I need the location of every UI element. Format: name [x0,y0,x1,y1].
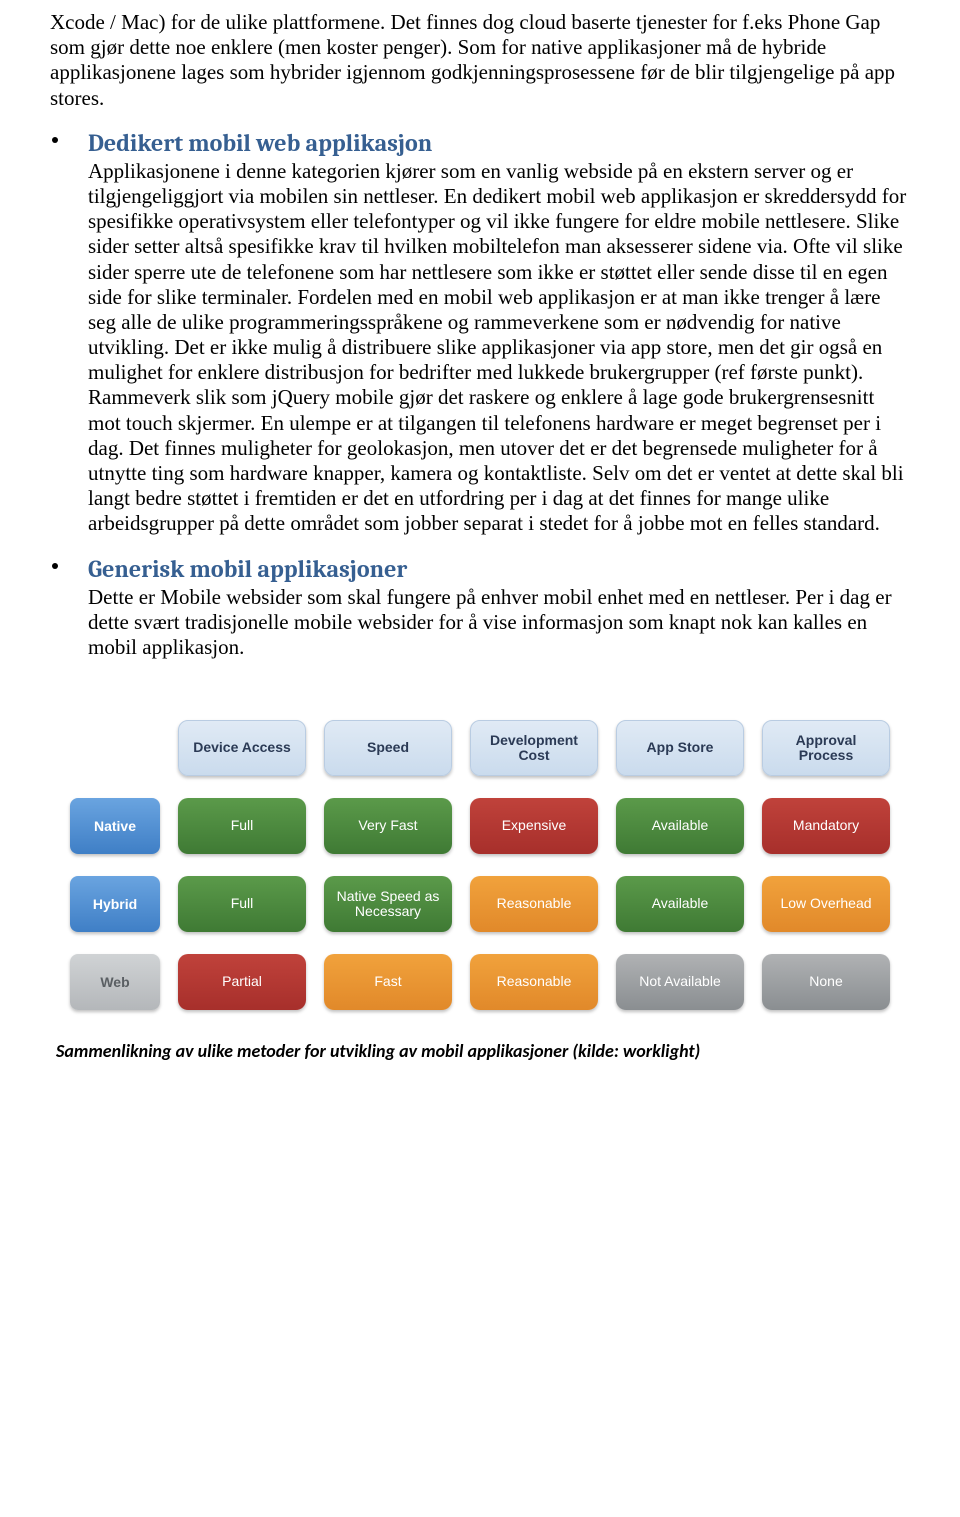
chart-cell: Available [616,798,744,854]
chart-cell: Expensive [470,798,598,854]
heading-dedikert: Dedikert mobil web applikasjon [88,129,910,157]
comparison-chart: Device Access Speed Development Cost App… [70,720,890,1010]
chart-cell: Low Overhead [762,876,890,932]
chart-cell: Very Fast [324,798,452,854]
row-label-native: Native [70,798,160,854]
col-header: App Store [616,720,744,776]
chart-cell: Partial [178,954,306,1010]
col-header: Development Cost [470,720,598,776]
chart-cell: Full [178,798,306,854]
col-header: Device Access [178,720,306,776]
chart-cell: Native Speed as Necessary [324,876,452,932]
chart-cell: Reasonable [470,876,598,932]
row-label-hybrid: Hybrid [70,876,160,932]
chart-spacer [70,720,160,776]
col-header: Approval Process [762,720,890,776]
heading-generisk: Generisk mobil applikasjoner [88,555,910,583]
col-header: Speed [324,720,452,776]
row-label-web: Web [70,954,160,1010]
chart-cell: Mandatory [762,798,890,854]
figure-caption: Sammenlikning av ulike metoder for utvik… [50,1040,910,1062]
chart-cell: Reasonable [470,954,598,1010]
chart-cell: Fast [324,954,452,1010]
chart-cell: None [762,954,890,1010]
body-dedikert: Applikasjonene i denne kategorien kjører… [88,159,910,537]
chart-cell: Not Available [616,954,744,1010]
intro-paragraph: Xcode / Mac) for de ulike plattformene. … [50,10,910,111]
chart-cell: Full [178,876,306,932]
body-generisk: Dette er Mobile websider som skal funger… [88,585,910,661]
bullet-icon [52,137,58,143]
chart-cell: Available [616,876,744,932]
bullet-icon [52,563,58,569]
